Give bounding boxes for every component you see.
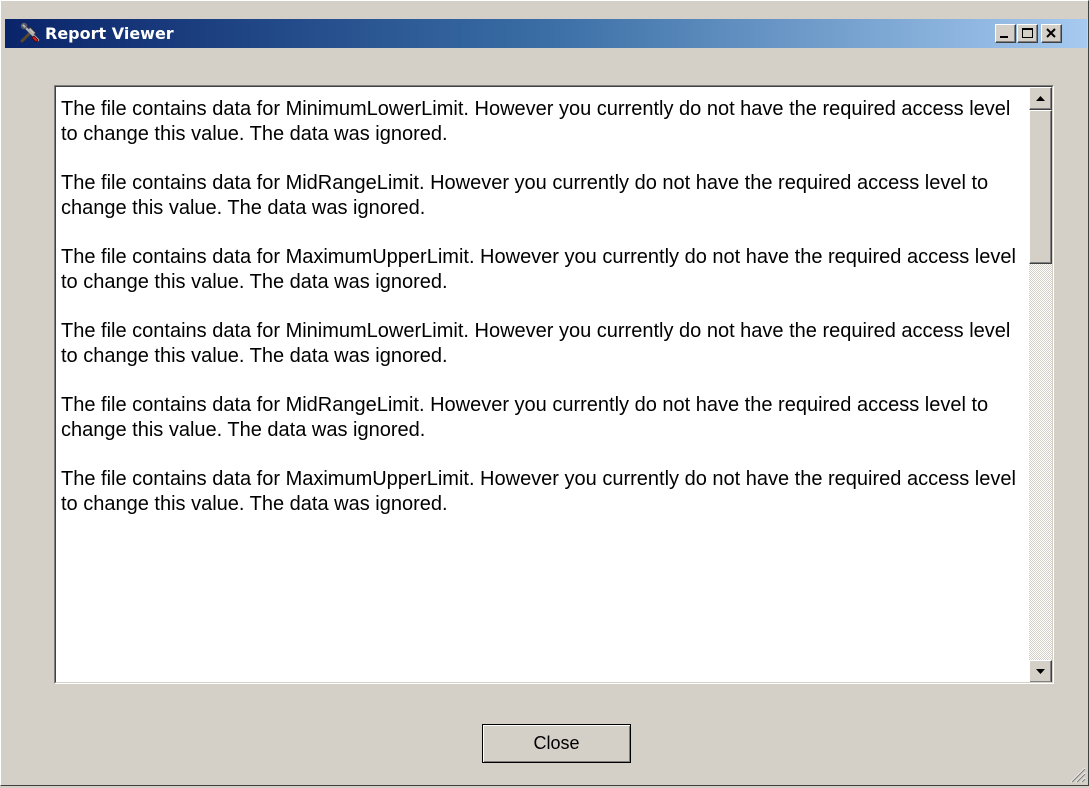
scroll-down-button[interactable] <box>1029 660 1052 682</box>
scroll-thumb[interactable] <box>1029 110 1052 264</box>
report-message: The file contains data for MidRangeLimit… <box>61 172 989 219</box>
resize-grip-icon[interactable] <box>1068 765 1086 783</box>
maximize-button[interactable] <box>1017 24 1038 43</box>
report-message: The file contains data for MinimumLowerL… <box>61 320 1011 367</box>
title-bar[interactable]: Report Viewer <box>5 19 1087 48</box>
close-window-button[interactable] <box>1041 24 1062 43</box>
vertical-scrollbar[interactable] <box>1029 87 1052 682</box>
report-text-box[interactable]: The file contains data for MinimumLowerL… <box>54 85 1054 684</box>
scroll-up-button[interactable] <box>1029 87 1052 110</box>
report-content[interactable]: The file contains data for MinimumLowerL… <box>61 97 1016 677</box>
tools-icon <box>19 22 41 44</box>
report-message: The file contains data for MinimumLowerL… <box>61 98 1011 145</box>
report-message: The file contains data for MidRangeLimit… <box>61 394 989 441</box>
report-viewer-window: Report Viewer The file contains data for… <box>0 0 1089 786</box>
report-message: The file contains data for MaximumUpperL… <box>61 468 1016 515</box>
window-title: Report Viewer <box>45 24 174 43</box>
minimize-button[interactable] <box>995 24 1016 43</box>
report-message: The file contains data for MaximumUpperL… <box>61 246 1016 293</box>
close-button[interactable]: Close <box>482 724 631 763</box>
